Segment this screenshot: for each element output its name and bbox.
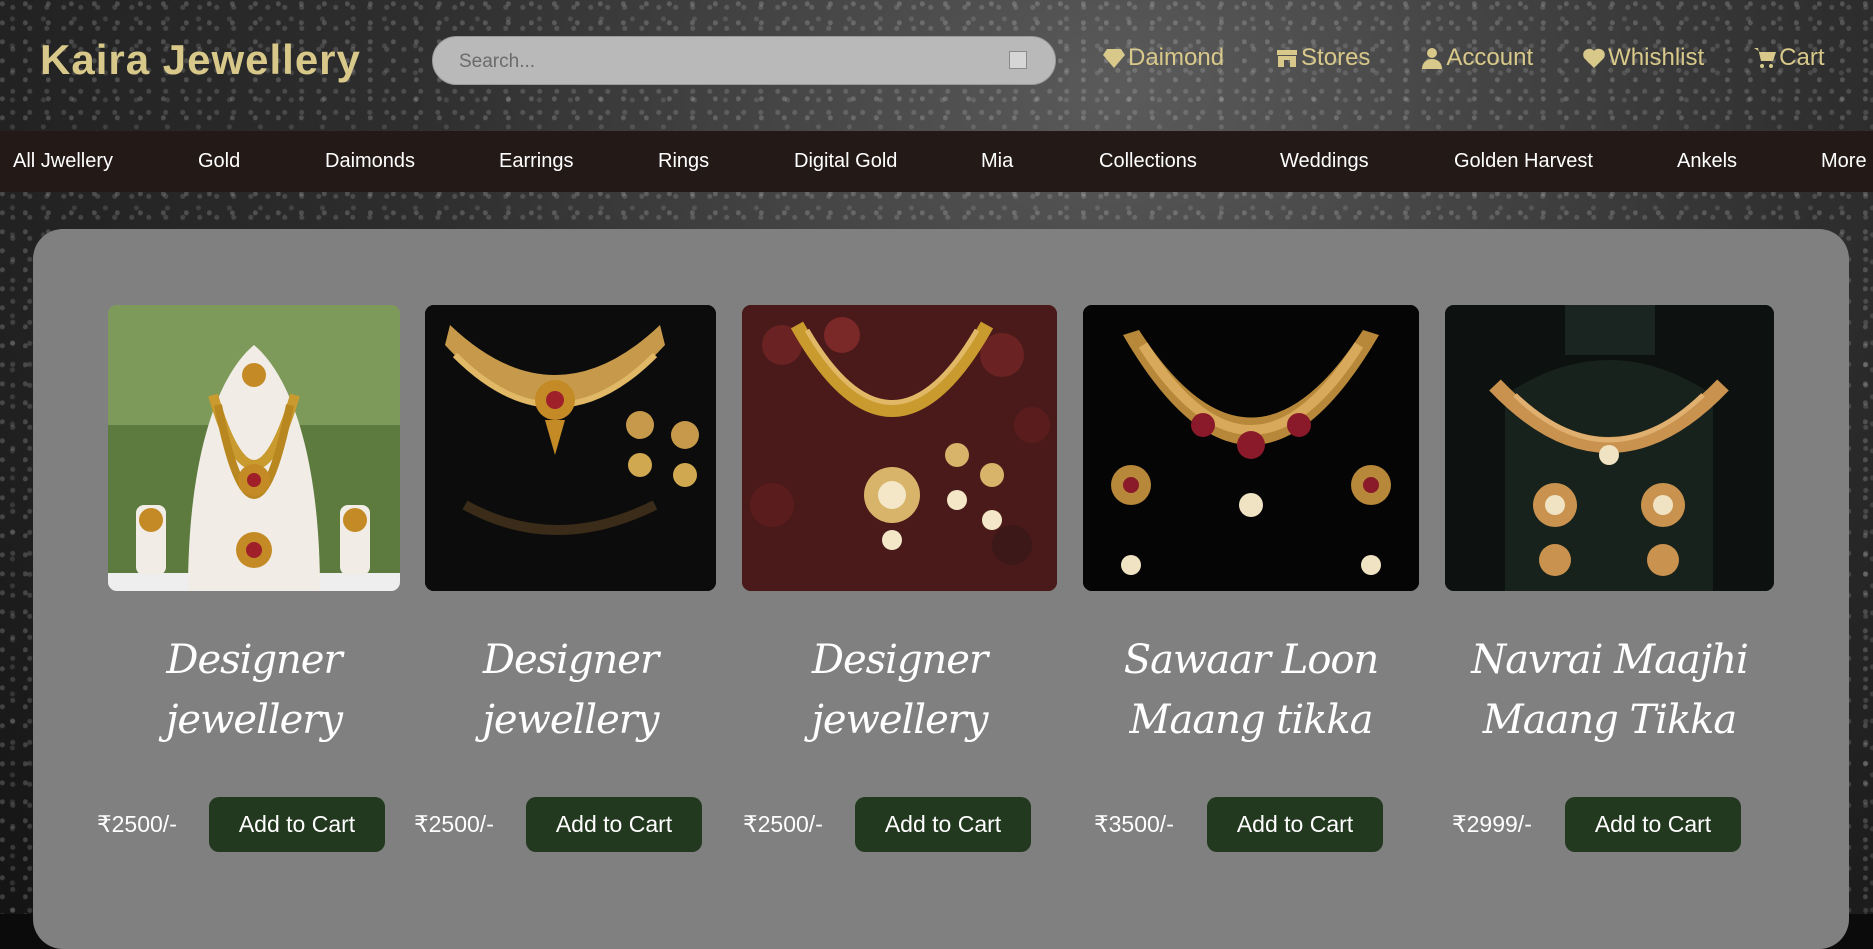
brand-logo[interactable]: Kaira Jewellery (40, 36, 361, 84)
product-price: ₹2500/- (97, 811, 177, 837)
nav-collections[interactable]: Collections (1099, 131, 1197, 192)
store-icon (1277, 50, 1298, 67)
product-title-line2: Maang tikka (1129, 697, 1374, 743)
user-icon (1422, 48, 1443, 69)
product-image[interactable] (1083, 305, 1419, 591)
necklace-image (108, 305, 400, 591)
add-to-cart-button[interactable]: Add to Cart (209, 797, 385, 852)
nav-gold[interactable]: Gold (198, 131, 240, 192)
nav-digital-gold[interactable]: Digital Gold (794, 131, 897, 192)
product-title: Sawaar Loon Maang tikka (1083, 630, 1419, 750)
search-icon[interactable] (1009, 51, 1027, 69)
nav-mia[interactable]: Mia (981, 131, 1013, 192)
necklace-image (1083, 305, 1419, 591)
product-price: ₹2500/- (743, 811, 823, 837)
product-title-line1: Designer (811, 637, 988, 683)
product-image[interactable] (742, 305, 1057, 591)
account-link[interactable]: Account (1420, 44, 1533, 72)
product-title-line2: Maang Tikka (1482, 697, 1738, 743)
nav-weddings[interactable]: Weddings (1280, 131, 1369, 192)
daimond-link-label: Daimond (1128, 44, 1225, 71)
product-price: ₹2999/- (1452, 811, 1532, 837)
necklace-image (1445, 305, 1774, 591)
product-title-line1: Sawaar Loon (1123, 637, 1380, 683)
product-title: Navrai Maajhi Maang Tikka (1445, 630, 1774, 750)
product-title-line1: Designer (482, 637, 659, 683)
whishlist-link-label: Whishlist (1608, 44, 1705, 71)
add-to-cart-button[interactable]: Add to Cart (1207, 797, 1383, 852)
product-image[interactable] (425, 305, 716, 591)
product-image[interactable] (1445, 305, 1774, 591)
account-link-label: Account (1446, 44, 1534, 71)
site-header: Kaira Jewellery Daimond Stores Account W… (0, 0, 1873, 131)
gem-icon (1103, 49, 1125, 68)
nav-daimonds[interactable]: Daimonds (325, 131, 415, 192)
stores-link-label: Stores (1301, 44, 1371, 71)
necklace-image (742, 305, 1057, 591)
cart-link-label: Cart (1779, 44, 1825, 71)
nav-more[interactable]: More (1821, 131, 1867, 192)
nav-earrings[interactable]: Earrings (499, 131, 573, 192)
nav-ankels[interactable]: Ankels (1677, 131, 1737, 192)
category-nav: All Jwellery Gold Daimonds Earrings Ring… (0, 131, 1873, 192)
cart-icon (1754, 48, 1777, 68)
product-price: ₹3500/- (1094, 811, 1174, 837)
product-title-line1: Navrai Maajhi (1471, 637, 1749, 683)
daimond-link[interactable]: Daimond (1102, 44, 1224, 72)
product-price: ₹2500/- (414, 811, 494, 837)
nav-all-jwellery[interactable]: All Jwellery (13, 131, 113, 192)
top-links: Daimond Stores Account Whishlist Cart (1102, 44, 1825, 72)
product-title-line2: jewellery (811, 697, 989, 743)
heart-icon (1583, 48, 1605, 68)
product-title-line1: Designer (166, 637, 342, 683)
nav-golden-harvest[interactable]: Golden Harvest (1454, 131, 1593, 192)
product-title: Designer jewellery (425, 630, 716, 750)
choker-image (425, 305, 716, 591)
add-to-cart-button[interactable]: Add to Cart (526, 797, 702, 852)
search-input[interactable] (457, 37, 1001, 86)
product-title-line2: jewellery (482, 697, 660, 743)
product-title: Designer jewellery (108, 630, 400, 750)
product-image[interactable] (108, 305, 400, 591)
product-title-line2: jewellery (166, 697, 343, 743)
add-to-cart-button[interactable]: Add to Cart (855, 797, 1031, 852)
add-to-cart-button[interactable]: Add to Cart (1565, 797, 1741, 852)
nav-rings[interactable]: Rings (658, 131, 709, 192)
cart-link[interactable]: Cart (1753, 44, 1825, 72)
whishlist-link[interactable]: Whishlist (1582, 44, 1704, 72)
search-bar (432, 36, 1056, 86)
product-title: Designer jewellery (742, 630, 1057, 750)
stores-link[interactable]: Stores (1275, 44, 1370, 72)
